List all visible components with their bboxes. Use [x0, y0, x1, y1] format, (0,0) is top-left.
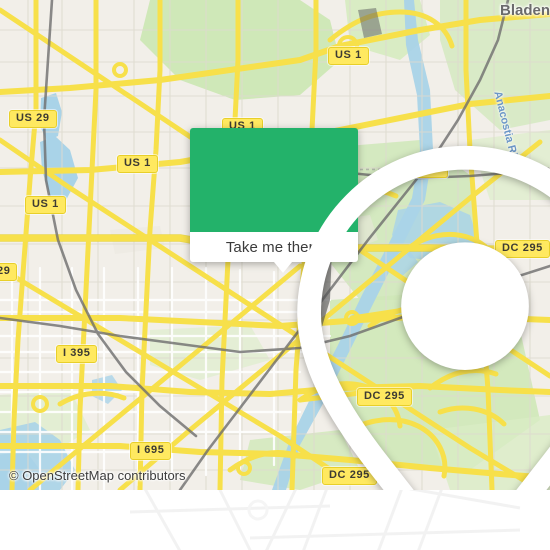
popup-tail: [274, 262, 292, 273]
road-shield: I 395: [56, 345, 98, 363]
map-canvas[interactable]: .pk{fill:#cfe8b8} .pk2{fill:#d9ecc4} .wt…: [0, 0, 550, 490]
location-popup[interactable]: Take me there: [190, 128, 550, 490]
moovit-map-card: .pk{fill:#cfe8b8} .pk2{fill:#d9ecc4} .wt…: [0, 0, 550, 550]
road-shield: US 1: [328, 47, 369, 65]
popup-icon-panel: [190, 128, 550, 490]
road-shield: US 1: [25, 196, 66, 214]
road-shield: I 695: [130, 442, 172, 460]
road-shield: 29: [0, 263, 18, 281]
footer-bar: L NE and 17th Pl, Washington, DC 20002, …: [0, 490, 550, 550]
osm-attribution[interactable]: © OpenStreetMap contributors: [9, 468, 186, 483]
place-label-bladensburg: Bladens: [500, 2, 550, 19]
footer-watermark: [129, 490, 521, 550]
road-shield: US 29: [9, 110, 57, 128]
road-shield: US 1: [117, 155, 158, 173]
